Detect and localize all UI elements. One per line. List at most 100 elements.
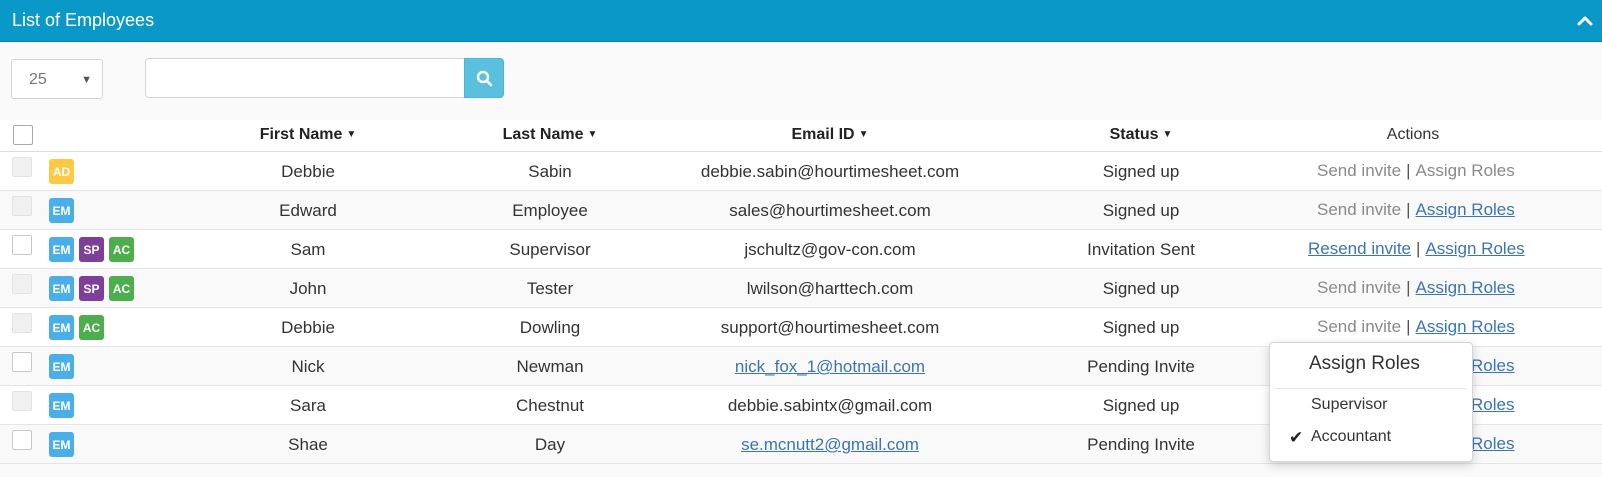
row-actions: Send invite | Assign Roles	[1317, 278, 1515, 298]
row-checkbox[interactable]	[12, 313, 32, 333]
last-name-cell: Supervisor	[509, 240, 591, 259]
caret-down-icon: ▼	[81, 74, 92, 86]
sort-caret-icon: ▼	[858, 129, 869, 140]
search-button[interactable]	[464, 58, 504, 98]
table-row: EM SP AC John Tester lwilson@harttech.com Sign…	[0, 269, 1602, 308]
header-email[interactable]: Email ID ▼	[791, 126, 868, 144]
email-cell: lwilson@harttech.com	[746, 279, 914, 298]
assign-roles-link[interactable]: Assign Roles	[1416, 200, 1515, 219]
sort-caret-icon: ▼	[1162, 129, 1173, 140]
role-badge: SP	[79, 276, 104, 301]
page-size-select[interactable]: 25 ▼	[11, 59, 103, 99]
row-checkbox[interactable]	[12, 235, 32, 255]
header-status[interactable]: Status ▼	[1110, 126, 1173, 144]
row-checkbox[interactable]	[12, 196, 32, 216]
assign-roles-link[interactable]: Assign Roles	[1416, 161, 1515, 180]
status-cell: Invitation Sent	[1087, 240, 1195, 259]
header-actions: Actions	[1386, 126, 1440, 143]
header-last-name[interactable]: Last Name ▼	[503, 126, 598, 144]
status-cell: Pending Invite	[1087, 357, 1195, 376]
role-badge: EM	[49, 354, 74, 379]
dropdown-divider	[1276, 388, 1466, 389]
first-name-cell: Sara	[290, 396, 326, 415]
select-all-checkbox[interactable]	[13, 125, 33, 145]
row-checkbox[interactable]	[12, 352, 32, 372]
panel-header: List of Employees	[0, 0, 1602, 42]
email-cell: debbie.sabintx@gmail.com	[727, 396, 933, 415]
role-badge: SP	[79, 237, 104, 262]
last-name-cell: Chestnut	[515, 396, 585, 415]
email-cell[interactable]: se.mcnutt2@gmail.com	[741, 435, 919, 455]
dropdown-item-label: Supervisor	[1311, 396, 1388, 413]
first-name-cell: Nick	[291, 357, 325, 376]
assign-roles-link[interactable]: Roles	[1471, 356, 1514, 375]
panel-title: List of Employees	[12, 10, 155, 30]
email-cell: sales@hourtimesheet.com	[729, 201, 931, 220]
send-invite-link[interactable]: Send invite	[1317, 317, 1401, 336]
search-input[interactable]	[145, 58, 465, 98]
role-badge: EM	[49, 276, 74, 301]
dropdown-title: Assign Roles	[1309, 353, 1420, 374]
dropdown-item-supervisor[interactable]: Supervisor	[1311, 396, 1387, 414]
role-badge: EM	[49, 315, 74, 340]
row-actions: Roles	[1471, 356, 1514, 376]
assign-roles-link[interactable]: Assign Roles	[1416, 317, 1515, 336]
status-cell: Pending Invite	[1087, 435, 1195, 454]
assign-roles-link[interactable]: Assign Roles	[1416, 278, 1515, 297]
role-badges: EM	[49, 393, 74, 418]
first-name-cell: Sam	[290, 240, 326, 259]
action-separator: |	[1406, 200, 1411, 219]
row-checkbox[interactable]	[12, 157, 32, 177]
role-badges: AD	[49, 159, 74, 184]
first-name-cell: Edward	[279, 201, 337, 220]
chevron-up-icon[interactable]	[1576, 12, 1594, 30]
assign-roles-dropdown: Assign Roles Supervisor ✔ Accountant	[1269, 342, 1473, 462]
row-checkbox[interactable]	[12, 391, 32, 411]
action-separator: |	[1406, 161, 1411, 180]
send-invite-link[interactable]: Send invite	[1317, 200, 1401, 219]
status-cell: Signed up	[1102, 396, 1180, 415]
header-first-name[interactable]: First Name ▼	[260, 126, 357, 144]
role-badge: EM	[49, 432, 74, 457]
page-size-value: 25	[29, 71, 47, 88]
send-invite-link[interactable]: Send invite	[1317, 278, 1401, 297]
send-invite-link[interactable]: Resend invite	[1308, 239, 1411, 258]
email-cell: debbie.sabin@hourtimesheet.com	[700, 162, 960, 181]
action-separator: |	[1406, 278, 1411, 297]
sort-caret-icon: ▼	[346, 129, 357, 140]
row-checkbox[interactable]	[12, 274, 32, 294]
first-name-cell: Debbie	[281, 162, 335, 181]
assign-roles-link[interactable]: Roles	[1471, 395, 1514, 414]
status-cell: Signed up	[1102, 201, 1180, 220]
sort-caret-icon: ▼	[587, 129, 598, 140]
last-name-cell: Newman	[516, 357, 584, 376]
last-name-cell: Day	[534, 435, 566, 454]
send-invite-link[interactable]: Send invite	[1317, 161, 1401, 180]
role-badges: EM SP AC	[49, 276, 134, 301]
dropdown-item-accountant[interactable]: ✔ Accountant	[1289, 428, 1392, 447]
row-actions: Send invite | Assign Roles	[1317, 317, 1515, 337]
row-actions: Resend invite | Assign Roles	[1308, 239, 1525, 259]
search-icon	[476, 70, 493, 87]
first-name-cell: Debbie	[281, 318, 335, 337]
email-cell[interactable]: nick_fox_1@hotmail.com	[735, 357, 925, 377]
role-badge: AC	[79, 315, 104, 340]
row-actions: Roles	[1471, 395, 1514, 415]
row-checkbox[interactable]	[12, 430, 32, 450]
row-actions: Send invite | Assign Roles	[1317, 200, 1515, 220]
assign-roles-link[interactable]: Roles	[1471, 434, 1514, 453]
first-name-cell: John	[289, 279, 327, 298]
table-header: First Name ▼ Last Name ▼ Email ID ▼ Status ▼…	[0, 120, 1602, 152]
dropdown-item-label: Accountant	[1311, 428, 1392, 445]
status-cell: Signed up	[1102, 318, 1180, 337]
checkmark-icon: ✔	[1289, 428, 1304, 447]
table-row: EM Edward Employee sales@hourtimesheet.com S…	[0, 191, 1602, 230]
role-badge: AC	[109, 276, 134, 301]
last-name-cell: Dowling	[519, 318, 581, 337]
role-badges: EM	[49, 432, 74, 457]
role-badge: AC	[109, 237, 134, 262]
role-badges: EM AC	[49, 315, 104, 340]
assign-roles-link[interactable]: Assign Roles	[1425, 239, 1524, 258]
table-row: AD Debbie Sabin debbie.sabin@hourtimesheet.…	[0, 152, 1602, 191]
role-badge: EM	[49, 237, 74, 262]
